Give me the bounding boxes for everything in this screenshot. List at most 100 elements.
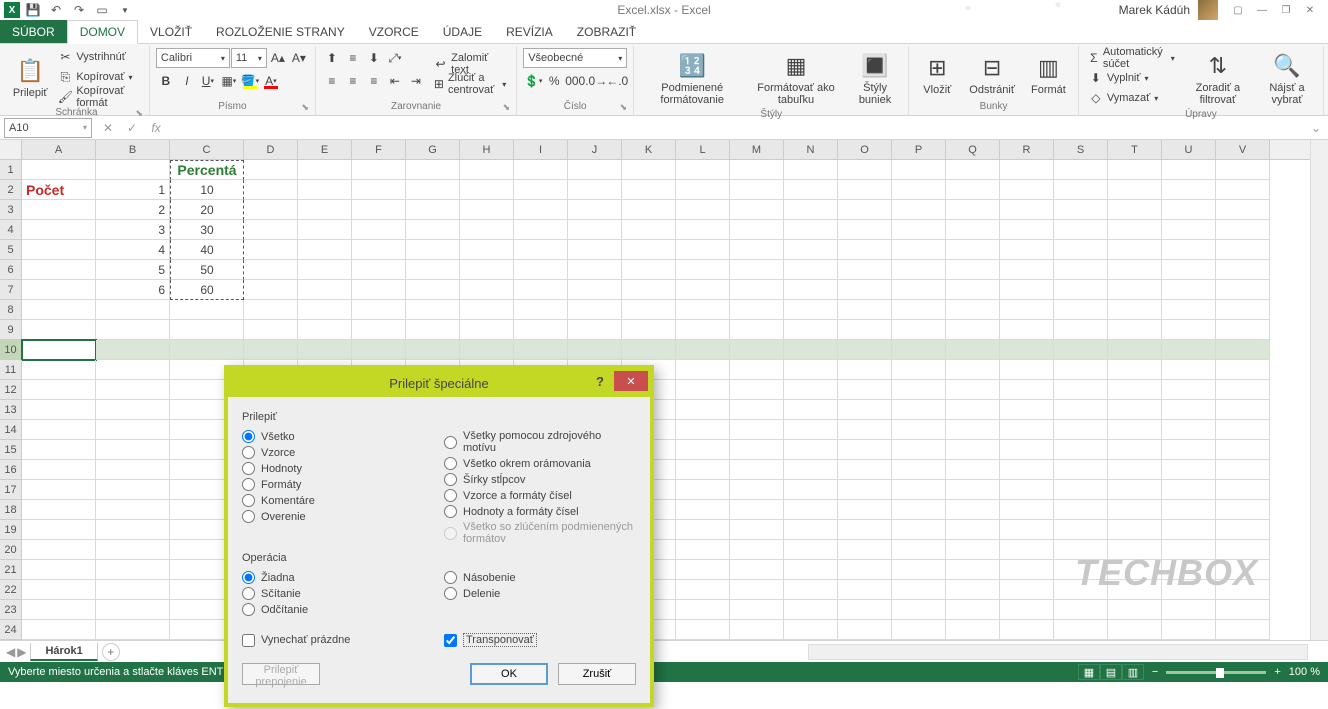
- dialog-help-button[interactable]: ?: [588, 371, 612, 391]
- skip-blanks-checkbox[interactable]: [242, 634, 255, 647]
- cell-Q10[interactable]: [946, 340, 1000, 360]
- cell-T4[interactable]: [1108, 220, 1162, 240]
- decrease-font-icon[interactable]: A▾: [289, 48, 309, 68]
- cell-M2[interactable]: [730, 180, 784, 200]
- align-center-icon[interactable]: ≡: [343, 71, 363, 91]
- cell-P16[interactable]: [892, 460, 946, 480]
- cell-D9[interactable]: [244, 320, 298, 340]
- cell-O10[interactable]: [838, 340, 892, 360]
- autosum-button[interactable]: ΣAutomatický súčet ▾: [1085, 49, 1179, 67]
- align-bottom-icon[interactable]: ⬇: [364, 48, 384, 68]
- cell-K10[interactable]: [622, 340, 676, 360]
- col-header-D[interactable]: D: [244, 140, 298, 159]
- cell-P6[interactable]: [892, 260, 946, 280]
- cell-I5[interactable]: [514, 240, 568, 260]
- cell-P12[interactable]: [892, 380, 946, 400]
- cell-P22[interactable]: [892, 580, 946, 600]
- cell-R1[interactable]: [1000, 160, 1054, 180]
- copy-button[interactable]: ⎘Kopírovať ▾: [54, 68, 143, 86]
- qat-redo[interactable]: ↷: [69, 1, 89, 19]
- cell-Q5[interactable]: [946, 240, 1000, 260]
- cell-K9[interactable]: [622, 320, 676, 340]
- cell-B14[interactable]: [96, 420, 170, 440]
- cell-P7[interactable]: [892, 280, 946, 300]
- cell-L24[interactable]: [676, 620, 730, 640]
- number-launcher[interactable]: ⬊: [620, 102, 628, 113]
- cell-O7[interactable]: [838, 280, 892, 300]
- cell-I1[interactable]: [514, 160, 568, 180]
- cell-A22[interactable]: [22, 580, 96, 600]
- cell-M12[interactable]: [730, 380, 784, 400]
- cell-A21[interactable]: [22, 560, 96, 580]
- cell-O16[interactable]: [838, 460, 892, 480]
- cell-E4[interactable]: [298, 220, 352, 240]
- merge-center-button[interactable]: ⊞Zlúčiť a centrovať ▾: [430, 75, 510, 93]
- cell-U8[interactable]: [1162, 300, 1216, 320]
- cell-K8[interactable]: [622, 300, 676, 320]
- tab-file[interactable]: SÚBOR: [0, 20, 67, 43]
- cell-M14[interactable]: [730, 420, 784, 440]
- align-top-icon[interactable]: ⬆: [322, 48, 342, 68]
- cell-N10[interactable]: [784, 340, 838, 360]
- cell-M1[interactable]: [730, 160, 784, 180]
- view-page-layout-icon[interactable]: ▤: [1100, 664, 1122, 680]
- col-header-V[interactable]: V: [1216, 140, 1270, 159]
- col-header-B[interactable]: B: [96, 140, 170, 159]
- cell-U18[interactable]: [1162, 500, 1216, 520]
- cell-U2[interactable]: [1162, 180, 1216, 200]
- decrease-decimal-icon[interactable]: ←.0: [607, 71, 627, 91]
- cell-T1[interactable]: [1108, 160, 1162, 180]
- cell-G5[interactable]: [406, 240, 460, 260]
- cell-M23[interactable]: [730, 600, 784, 620]
- cell-G6[interactable]: [406, 260, 460, 280]
- name-box[interactable]: A10▾: [4, 118, 92, 138]
- cell-M22[interactable]: [730, 580, 784, 600]
- cell-P14[interactable]: [892, 420, 946, 440]
- cell-R18[interactable]: [1000, 500, 1054, 520]
- col-header-J[interactable]: J: [568, 140, 622, 159]
- cell-M3[interactable]: [730, 200, 784, 220]
- cell-B21[interactable]: [96, 560, 170, 580]
- increase-decimal-icon[interactable]: .0→: [586, 71, 606, 91]
- cell-D7[interactable]: [244, 280, 298, 300]
- cell-D6[interactable]: [244, 260, 298, 280]
- cell-S19[interactable]: [1054, 520, 1108, 540]
- cell-V4[interactable]: [1216, 220, 1270, 240]
- cell-D1[interactable]: [244, 160, 298, 180]
- cell-U10[interactable]: [1162, 340, 1216, 360]
- cell-L3[interactable]: [676, 200, 730, 220]
- qat-new[interactable]: ▭: [92, 1, 112, 19]
- cell-V15[interactable]: [1216, 440, 1270, 460]
- comma-format-icon[interactable]: 000: [565, 71, 585, 91]
- cell-G8[interactable]: [406, 300, 460, 320]
- cell-F10[interactable]: [352, 340, 406, 360]
- cell-V13[interactable]: [1216, 400, 1270, 420]
- row-header-23[interactable]: 23: [0, 600, 22, 620]
- orientation-icon[interactable]: ⤢▾: [385, 48, 405, 68]
- row-header-18[interactable]: 18: [0, 500, 22, 520]
- cell-S4[interactable]: [1054, 220, 1108, 240]
- col-header-K[interactable]: K: [622, 140, 676, 159]
- row-header-14[interactable]: 14: [0, 420, 22, 440]
- cell-D5[interactable]: [244, 240, 298, 260]
- col-header-G[interactable]: G: [406, 140, 460, 159]
- ribbon-options-icon[interactable]: ▢: [1226, 1, 1250, 19]
- cell-H9[interactable]: [460, 320, 514, 340]
- cell-Q3[interactable]: [946, 200, 1000, 220]
- conditional-formatting-button[interactable]: 🔢 Podmienené formátovanie: [640, 48, 744, 108]
- cell-E10[interactable]: [298, 340, 352, 360]
- cell-R14[interactable]: [1000, 420, 1054, 440]
- select-all-corner[interactable]: [0, 140, 22, 159]
- cell-H3[interactable]: [460, 200, 514, 220]
- cell-O18[interactable]: [838, 500, 892, 520]
- cell-M8[interactable]: [730, 300, 784, 320]
- cell-L22[interactable]: [676, 580, 730, 600]
- cell-Q14[interactable]: [946, 420, 1000, 440]
- cell-F6[interactable]: [352, 260, 406, 280]
- fx-icon[interactable]: fx: [144, 118, 168, 138]
- cell-J1[interactable]: [568, 160, 622, 180]
- cell-S9[interactable]: [1054, 320, 1108, 340]
- cell-B12[interactable]: [96, 380, 170, 400]
- qat-customize[interactable]: ▼: [115, 1, 135, 19]
- cell-L5[interactable]: [676, 240, 730, 260]
